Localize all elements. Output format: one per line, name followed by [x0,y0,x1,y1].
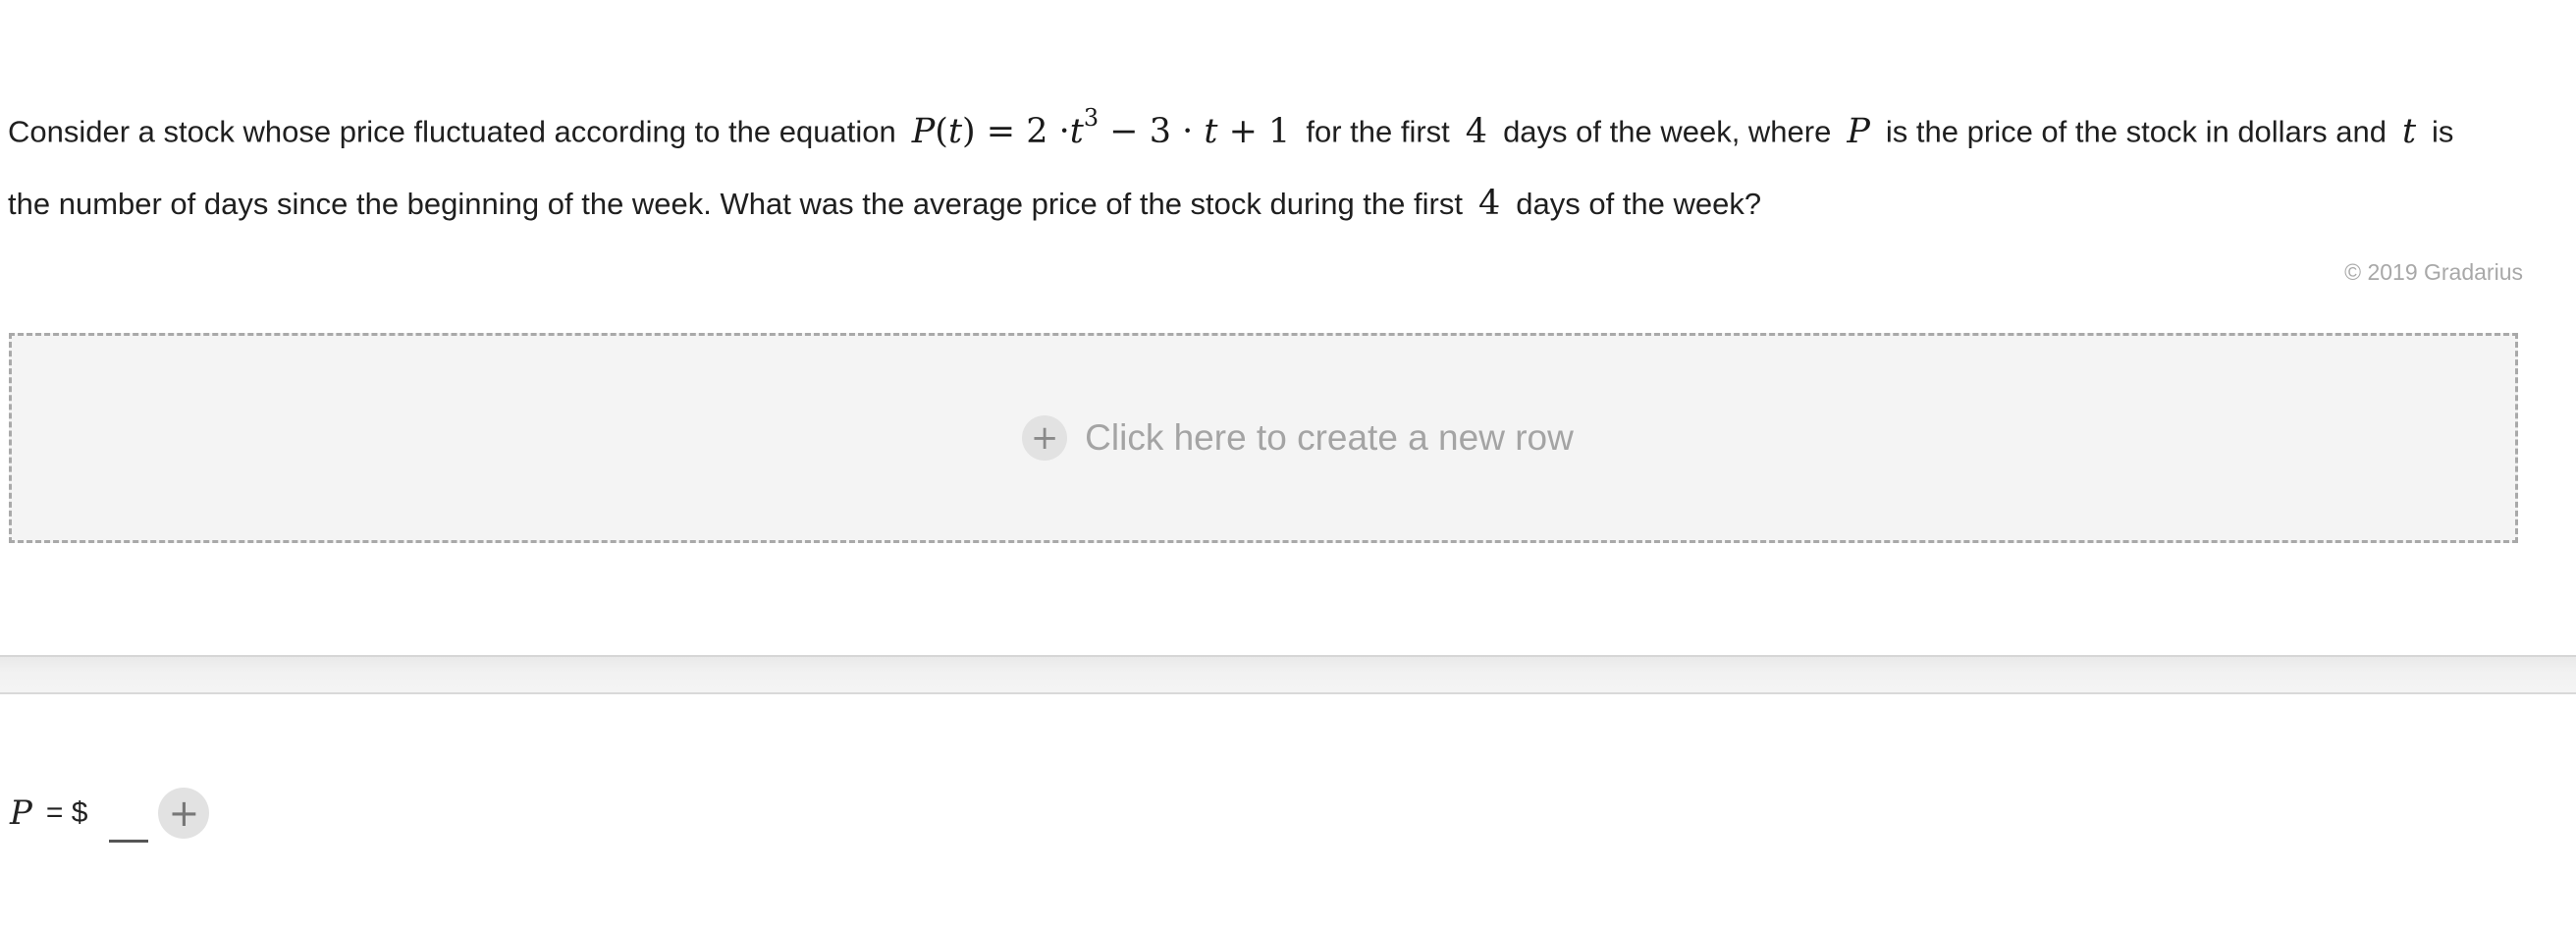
equation-exponent: 3 [1083,104,1100,132]
equation-var-t: t [1204,111,1218,151]
answer-input-field[interactable] [109,804,149,843]
question-text-segment: is [2432,114,2454,149]
answer-equals-dollar: = $ [45,796,88,829]
question-line-2: the number of days since the beginning o… [8,168,2521,240]
question-text-segment: Consider a stock whose price fluctuated … [8,114,896,149]
create-new-row-button[interactable]: + Click here to create a new row [9,333,2518,543]
equation-open-paren: ( [935,111,948,151]
plus-icon[interactable]: + [158,788,210,839]
equation-mid: ) = 2 · [962,111,1070,151]
equation-tail: − 3 · [1099,111,1194,151]
math-number: 4 [1465,111,1488,151]
equation-tail: + 1 [1228,111,1291,151]
question-text-segment: the number of days since the beginning o… [8,186,1463,221]
math-var-t: t [2401,111,2417,151]
question-line-1: Consider a stock whose price fluctuated … [8,86,2521,168]
question-text-segment: days of the week, where [1503,114,1832,149]
question-text: Consider a stock whose price fluctuated … [8,86,2521,240]
copyright-notice: © 2019 Gradarius [2344,259,2523,285]
math-number: 4 [1477,183,1501,223]
equation-var-t: t [947,111,963,151]
price-equation: P(t) = 2 ·t3 − 3 · t + 1 [896,104,1307,151]
create-new-row-content: + Click here to create a new row [1022,415,1574,461]
answer-row: P = $ + [10,788,210,843]
question-text-segment: days of the week? [1516,186,1762,221]
question-text-segment: for the first [1306,114,1450,149]
plus-icon: + [1022,415,1068,461]
question-text-segment: is the price of the stock in dollars and [1885,114,2387,149]
create-new-row-label: Click here to create a new row [1085,417,1574,458]
answer-variable: P [10,793,32,833]
equation-var-p: P [911,111,936,151]
section-divider [0,655,2576,694]
math-var-p: P [1847,111,1870,151]
equation-var-t: t [1069,111,1084,151]
